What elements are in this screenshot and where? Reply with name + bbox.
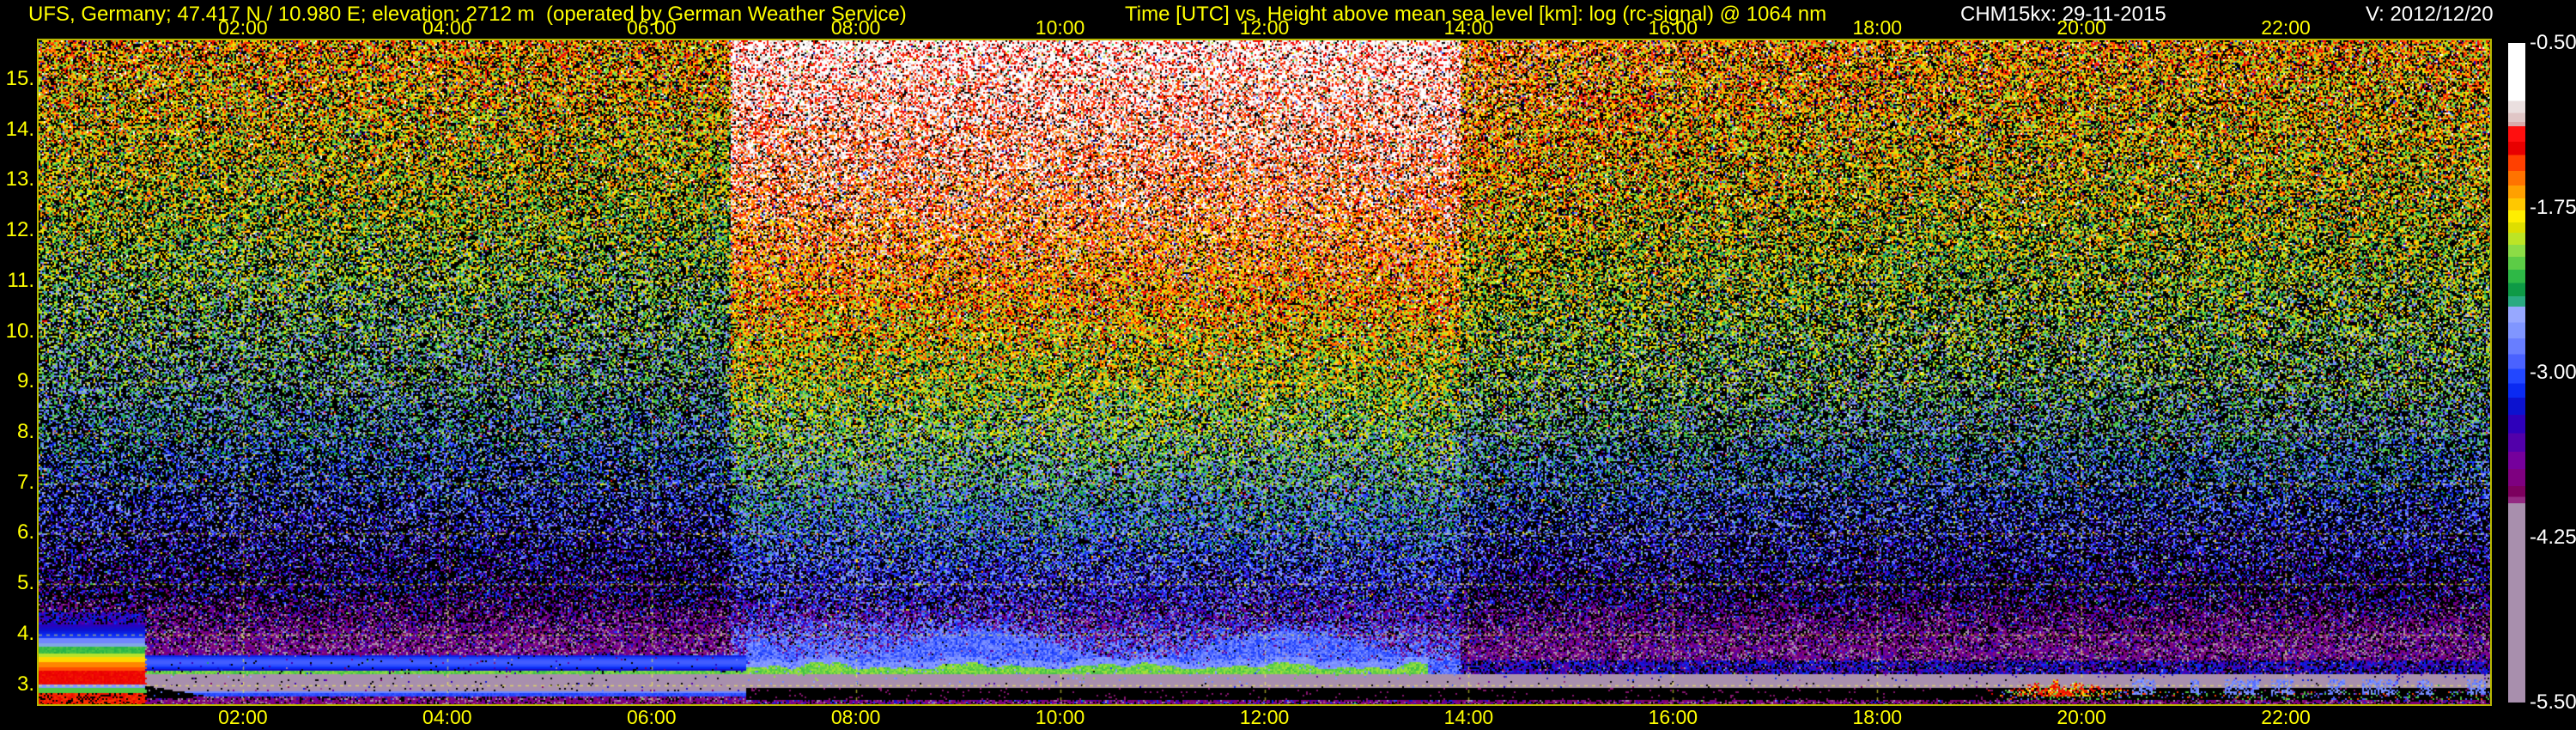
y-tick-label: 10. [5,319,34,343]
y-tick-label: 7. [16,470,34,494]
x-tick-label-bottom: 18:00 [1852,706,1903,728]
y-tick-label: 3. [16,672,34,696]
y-tick-label: 4. [16,621,34,645]
x-tick-label-bottom: 22:00 [2261,706,2311,728]
heatmap-canvas [39,40,2490,704]
x-tick-label-top: 04:00 [422,16,472,39]
x-tick-label-top: 20:00 [2057,16,2106,39]
x-tick-label-top: 18:00 [1852,16,1903,39]
y-tick-label: 14. [5,117,34,141]
x-tick-label-bottom: 04:00 [422,706,472,728]
x-tick-label-top: 06:00 [626,16,677,39]
x-tick-label-top: 22:00 [2261,16,2311,39]
colorbar-tick-label: -4.25 [2530,526,2576,549]
x-tick-label-top: 08:00 [830,16,881,39]
colorbar-tick-label: -1.75 [2530,196,2576,219]
software-version-label: V: 2012/12/20 [2366,3,2494,26]
y-tick-label: 9. [16,369,34,393]
y-tick-label: 13. [5,167,34,192]
x-tick-label-bottom: 06:00 [626,706,677,728]
colorbar-tick-label: -0.50 [2530,31,2576,54]
x-tick-label-top: 16:00 [1648,16,1698,39]
colorbar-tick-label: -3.00 [2530,361,2576,384]
ceilometer-display: UFS, Germany; 47.417 N / 10.980 E; eleva… [0,0,2576,730]
x-tick-label-bottom: 10:00 [1035,706,1085,728]
plot-frame [37,39,2492,706]
x-tick-label-bottom: 08:00 [830,706,881,728]
y-tick-label: 6. [16,520,34,544]
x-tick-label-bottom: 12:00 [1239,706,1290,728]
y-tick-label: 8. [16,419,34,443]
y-tick-label: 12. [5,218,34,242]
x-tick-label-bottom: 14:00 [1443,706,1494,728]
x-tick-label-top: 10:00 [1035,16,1085,39]
x-tick-label-top: 02:00 [218,16,268,39]
y-tick-label: 5. [16,571,34,595]
x-tick-label-top: 14:00 [1443,16,1494,39]
y-tick-label: 15. [5,66,34,90]
x-tick-label-bottom: 20:00 [2057,706,2106,728]
colorbar [2508,43,2525,703]
colorbar-tick-label: -5.50 [2530,690,2576,714]
x-tick-label-bottom: 02:00 [218,706,268,728]
x-tick-label-top: 12:00 [1239,16,1290,39]
x-tick-label-bottom: 16:00 [1648,706,1698,728]
y-tick-label: 11. [7,268,34,292]
